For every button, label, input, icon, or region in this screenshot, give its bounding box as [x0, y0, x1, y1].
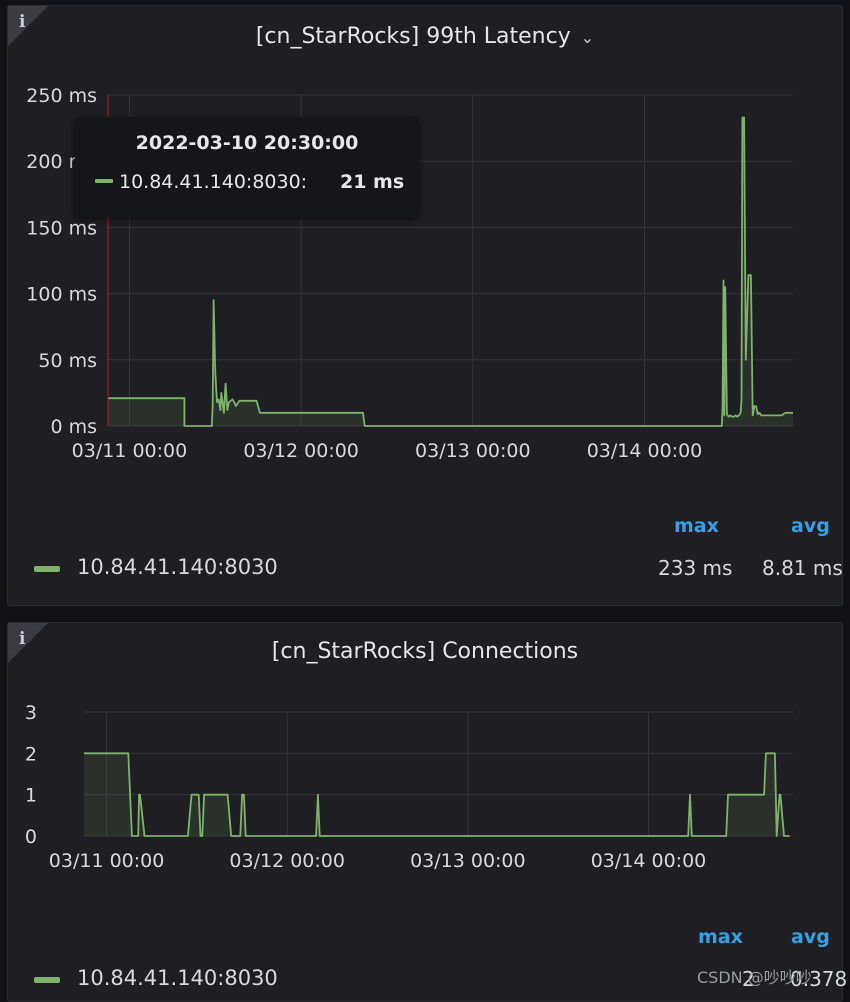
watermark: CSDN @吵吵吵 [697, 968, 812, 987]
legend-series-name[interactable]: 10.84.41.140:8030 [77, 555, 278, 579]
x-tick-label: 03/14 00:00 [591, 850, 707, 872]
tooltip-time: 2022-03-10 20:30:00 [135, 132, 359, 154]
tooltip-series-name: 10.84.41.140:8030: [119, 171, 308, 193]
legend-header-max[interactable]: max [674, 515, 719, 537]
x-tick-label: 03/13 00:00 [415, 440, 531, 462]
x-tick-label: 03/12 00:00 [229, 850, 345, 872]
y-tick-label: 50 ms [38, 350, 97, 372]
x-tick-label: 03/14 00:00 [587, 440, 703, 462]
tooltip-series-swatch [95, 179, 113, 183]
tooltip-value: 21 ms [340, 171, 405, 193]
legend-series-swatch[interactable] [34, 977, 60, 983]
legend-series-name[interactable]: 10.84.41.140:8030 [77, 966, 278, 990]
y-tick-label: 150 ms [26, 217, 97, 239]
chart-tooltip: 2022-03-10 20:30:00 10.84.41.140:8030: 2… [75, 117, 419, 217]
x-tick-label: 03/11 00:00 [72, 440, 188, 462]
y-tick-label: 2 [25, 743, 37, 765]
y-tick-label: 0 [25, 826, 37, 848]
legend-series-swatch[interactable] [34, 566, 60, 572]
y-tick-label: 100 ms [26, 284, 97, 306]
legend-header-max[interactable]: max [698, 926, 743, 948]
x-tick-label: 03/12 00:00 [243, 440, 359, 462]
y-tick-label: 3 [25, 702, 37, 724]
x-tick-label: 03/11 00:00 [49, 850, 165, 872]
y-tick-label: 0 ms [50, 416, 97, 438]
x-tick-label: 03/13 00:00 [410, 850, 526, 872]
legend-header-avg[interactable]: avg [791, 515, 830, 537]
connections-chart: 0 1 2 3 03/11 00:00 03/12 00:00 03/13 00:00 03/… [25, 702, 793, 872]
legend-max-value: 233 ms [658, 556, 733, 580]
y-tick-label: 250 ms [26, 85, 97, 107]
y-tick-label: 1 [25, 785, 37, 807]
legend-header-avg[interactable]: avg [791, 926, 830, 948]
legend-avg-value: 8.81 ms [762, 556, 843, 580]
